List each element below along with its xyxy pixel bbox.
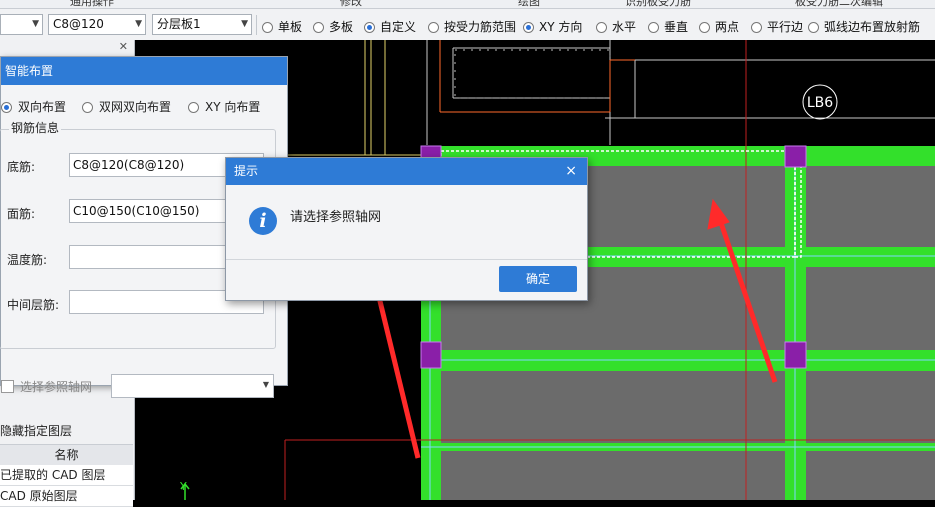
middle-rebar-label: 中间层筋: bbox=[7, 298, 60, 312]
radio-label: 水平 bbox=[612, 20, 637, 34]
radio-icon bbox=[82, 102, 93, 113]
ok-button[interactable]: 确定 bbox=[499, 266, 577, 292]
ribbon-label: 绘图 bbox=[518, 0, 540, 8]
radio-icon bbox=[751, 22, 762, 33]
toolbar-radio-4[interactable]: XY 方向 bbox=[523, 18, 582, 35]
radio-icon bbox=[313, 22, 324, 33]
toolbar-radio-6[interactable]: 垂直 bbox=[648, 18, 688, 35]
ribbon-labels-strip: 通用操作 修改 绘图 识别板受力筋 板受力筋二次编辑 bbox=[0, 0, 935, 9]
radio-label: 垂直 bbox=[664, 20, 689, 34]
radio-icon bbox=[428, 22, 439, 33]
dialog-title: 智能布置 bbox=[1, 57, 287, 85]
ribbon-label: 通用操作 bbox=[70, 0, 114, 8]
radio-icon bbox=[596, 22, 607, 33]
option-two-way[interactable]: 双向布置 bbox=[1, 98, 66, 115]
layer-row[interactable]: 已提取的 CAD 图层 bbox=[0, 465, 133, 486]
toolbar-radio-1[interactable]: 多板 bbox=[313, 18, 353, 35]
grid-combo[interactable]: ▼ bbox=[111, 374, 274, 398]
radio-label: 单板 bbox=[278, 20, 303, 34]
radio-icon bbox=[523, 22, 534, 33]
radio-icon bbox=[699, 22, 710, 33]
slab-label: LB6 bbox=[807, 95, 833, 111]
bottom-rebar-label: 底筋: bbox=[7, 160, 36, 174]
toolbar-radio-2[interactable]: 自定义 bbox=[364, 18, 416, 35]
axis-label: Y bbox=[179, 480, 187, 493]
slab-layer-combo[interactable]: 分层板1 ▼ bbox=[152, 14, 252, 35]
radio-icon bbox=[364, 22, 375, 33]
radio-label: 弧线边布置放射筋 bbox=[824, 20, 921, 34]
ribbon-label: 板受力筋二次编辑 bbox=[795, 0, 883, 8]
close-icon[interactable]: ✕ bbox=[119, 40, 128, 53]
message-text: 请选择参照轴网 bbox=[290, 210, 382, 225]
radio-icon bbox=[808, 22, 819, 33]
toolbar-radio-9[interactable]: 弧线边布置放射筋 bbox=[808, 18, 920, 35]
radio-label: 两点 bbox=[715, 20, 740, 34]
radio-icon bbox=[188, 102, 199, 113]
radio-icon bbox=[262, 22, 273, 33]
radio-icon bbox=[648, 22, 659, 33]
radio-label: 平行边 bbox=[767, 20, 804, 34]
close-icon[interactable]: × bbox=[565, 158, 577, 185]
rebar-spec-combo[interactable]: C8@120 ▼ bbox=[48, 14, 146, 35]
layer-combo[interactable]: ▼ bbox=[0, 14, 43, 35]
properties-toolbar: ▼ C8@120 ▼ 分层板1 ▼ 单板 多板 自定义 按受力筋范围 XY 方向 水平 垂直 两点… bbox=[0, 9, 935, 41]
layer-row[interactable]: CAD 原始图层 bbox=[0, 486, 133, 507]
checkbox-icon bbox=[1, 380, 14, 393]
chevron-down-icon: ▼ bbox=[135, 19, 142, 29]
select-grid-checkbox[interactable]: 选择参照轴网 bbox=[1, 378, 92, 395]
toolbar-radio-7[interactable]: 两点 bbox=[699, 18, 739, 35]
chevron-down-icon: ▼ bbox=[32, 19, 39, 29]
top-rebar-label: 面筋: bbox=[7, 207, 36, 221]
message-dialog: 提示 × i 请选择参照轴网 确定 bbox=[225, 157, 588, 301]
option-xy[interactable]: XY 向布置 bbox=[188, 98, 260, 115]
toolbar-radio-5[interactable]: 水平 bbox=[596, 18, 636, 35]
radio-label: 按受力筋范围 bbox=[444, 20, 517, 34]
layer-grid-header: 名称 bbox=[0, 444, 133, 466]
ribbon-label: 识别板受力筋 bbox=[625, 0, 691, 8]
toolbar-radio-3[interactable]: 按受力筋范围 bbox=[428, 18, 516, 35]
radio-label: 自定义 bbox=[380, 20, 417, 34]
radio-label: 多板 bbox=[329, 20, 354, 34]
radio-label: XY 方向 bbox=[539, 20, 583, 34]
toolbar-radio-0[interactable]: 单板 bbox=[262, 18, 302, 35]
temp-rebar-label: 温度筋: bbox=[7, 253, 48, 267]
chevron-down-icon: ▼ bbox=[241, 19, 248, 29]
toolbar-radio-8[interactable]: 平行边 bbox=[751, 18, 803, 35]
info-icon: i bbox=[249, 207, 277, 235]
dialog-title: 提示 bbox=[234, 164, 259, 178]
group-label: 钢筋信息 bbox=[9, 119, 62, 136]
chevron-down-icon: ▼ bbox=[262, 380, 269, 389]
ribbon-label: 修改 bbox=[340, 0, 362, 8]
radio-icon bbox=[1, 102, 12, 113]
option-double-net[interactable]: 双网双向布置 bbox=[82, 98, 171, 115]
layer-panel-title: 隐藏指定图层 bbox=[0, 424, 73, 438]
